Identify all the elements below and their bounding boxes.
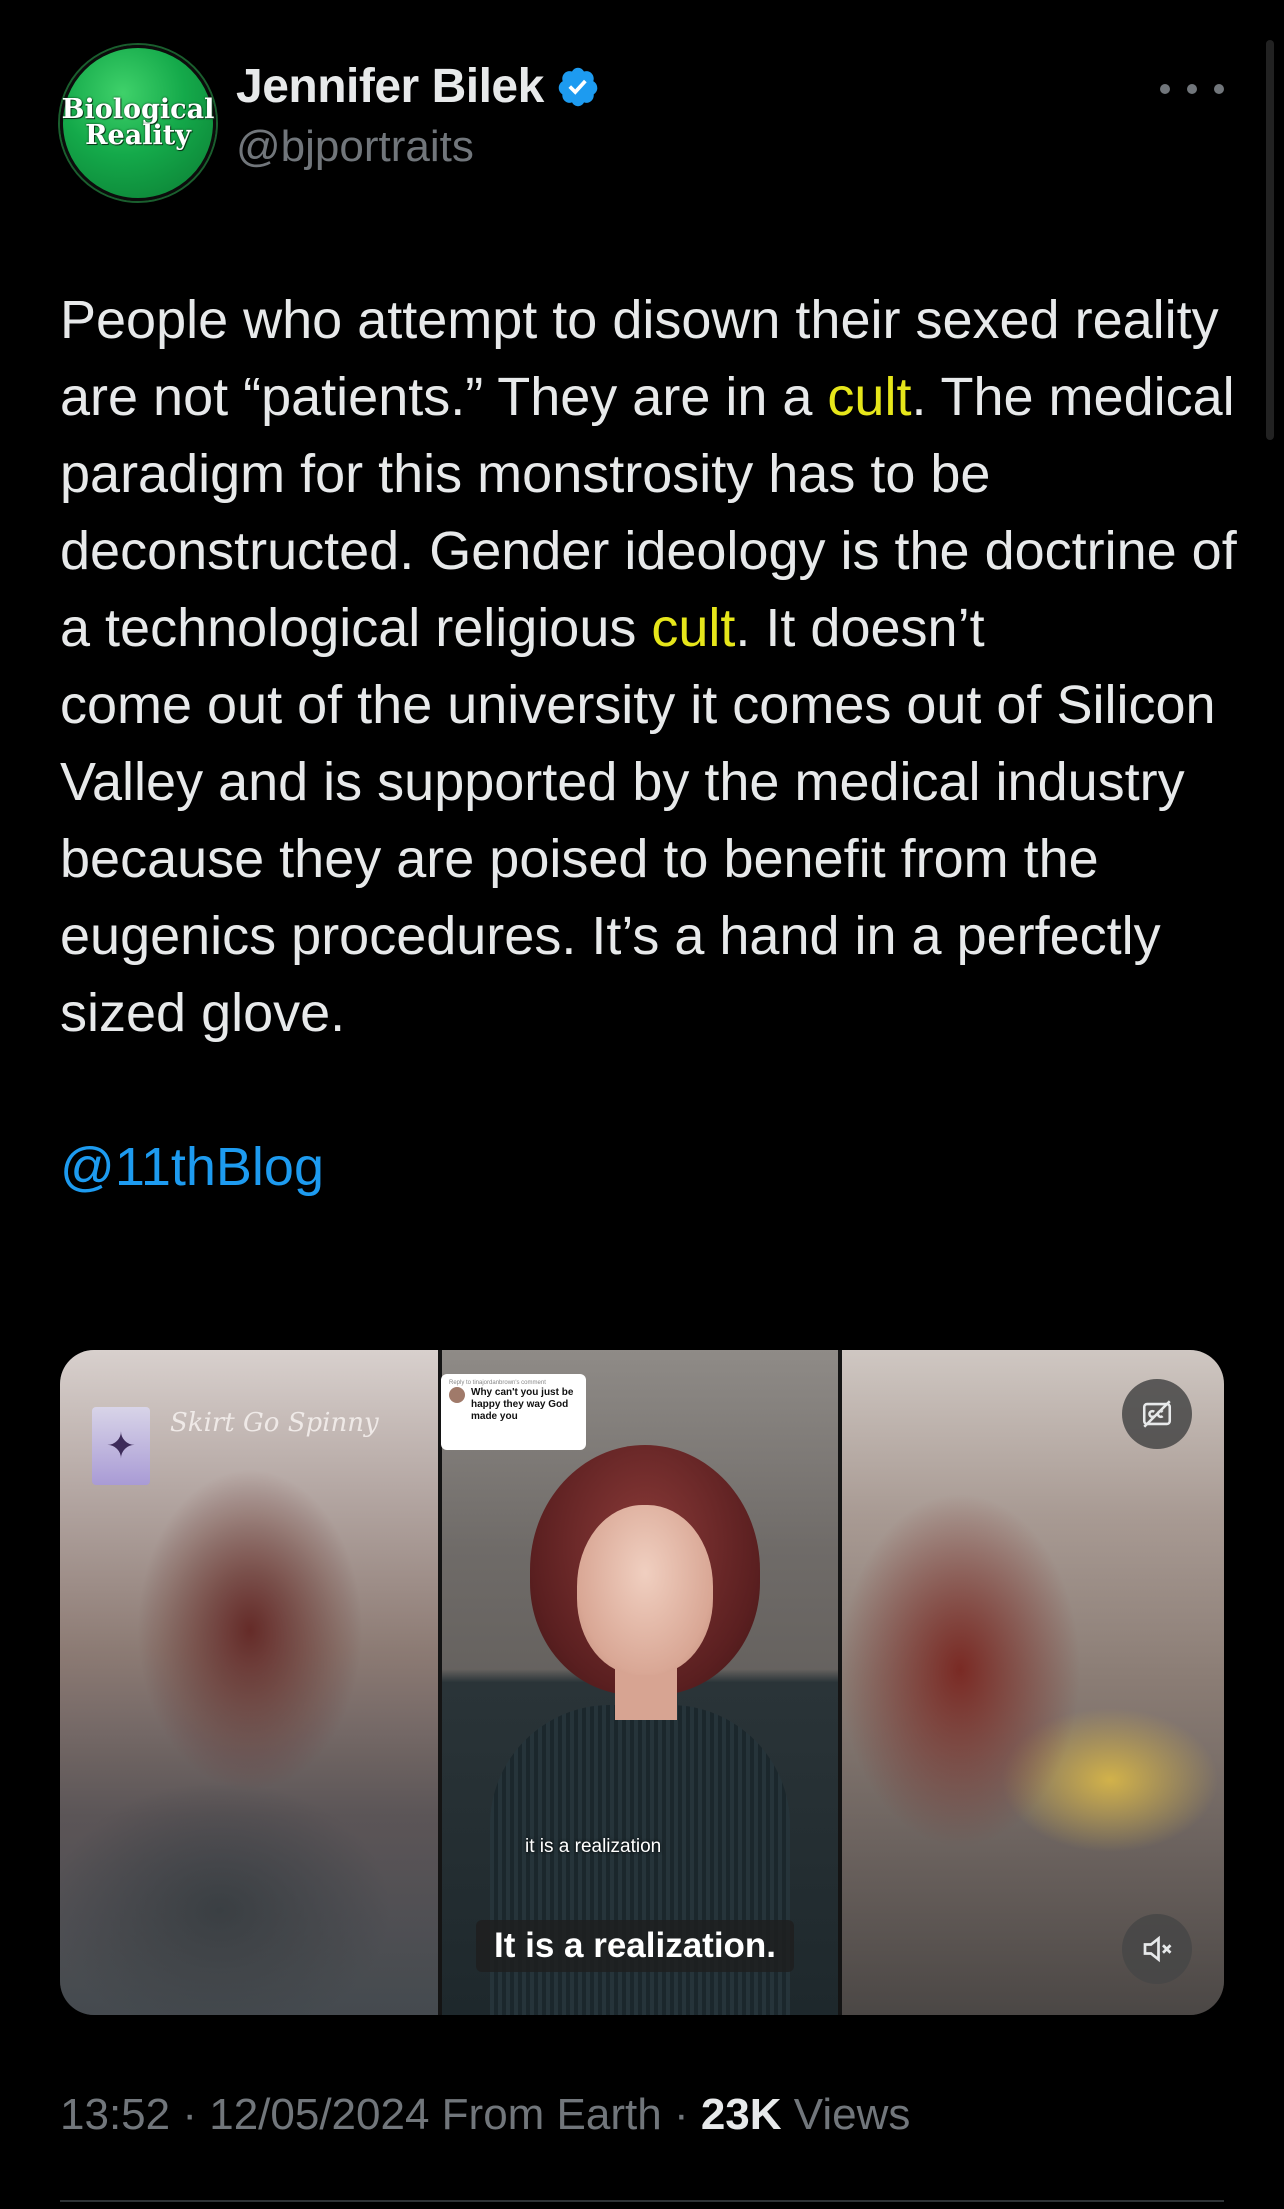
highlight-cult-2: cult: [651, 598, 736, 658]
video-caption-small: it is a realization: [525, 1836, 662, 1857]
avatar-text-line2: Reality: [85, 120, 191, 151]
more-options-icon[interactable]: [1160, 77, 1224, 101]
speaker-muted-icon[interactable]: [1122, 1914, 1192, 1984]
comment-text: Why can't you just be happy they way God…: [471, 1387, 574, 1422]
tweet-source: From Earth: [429, 2090, 662, 2139]
highlight-cult-1: cult: [827, 367, 912, 427]
video-divider: [438, 1350, 442, 2015]
author-info[interactable]: Jennifer Bilek @bjportraits: [236, 59, 600, 172]
divider-line: [60, 2200, 1224, 2202]
separator: ·: [661, 2090, 701, 2139]
display-name[interactable]: Jennifer Bilek: [236, 59, 544, 114]
person-face: [577, 1505, 713, 1675]
mention-link[interactable]: @11thBlog: [60, 1137, 324, 1197]
tweet-header: Biological Reality Jennifer Bilek @bjpor…: [60, 45, 1224, 201]
verified-badge-icon: [558, 67, 598, 106]
channel-logo-icon: ✦: [92, 1407, 150, 1485]
captions-off-icon[interactable]: [1122, 1379, 1192, 1449]
channel-name: Skirt Go Spinny: [170, 1408, 379, 1438]
tweet-time[interactable]: 13:52: [60, 2090, 170, 2139]
video-caption-large: It is a realization.: [476, 1920, 795, 1972]
tweet-date[interactable]: 12/05/2024: [209, 2090, 429, 2139]
tweet-metadata: 13:52 · 12/05/2024 From Earth · 23K View…: [60, 2090, 910, 2140]
separator: ·: [170, 2090, 210, 2139]
video-divider: [838, 1350, 842, 2015]
views-label: Views: [781, 2090, 911, 2139]
views-count[interactable]: 23K: [701, 2090, 782, 2139]
reply-comment-card: Reply to tinajordanbrown's comment Why c…: [441, 1374, 586, 1450]
tweet-text-part3: . It doesn’t come out of the university …: [60, 598, 1216, 1043]
handle[interactable]: @bjportraits: [236, 122, 600, 172]
comment-reply-label: Reply to tinajordanbrown's comment: [449, 1380, 546, 1386]
avatar[interactable]: Biological Reality: [60, 45, 216, 201]
video-player[interactable]: [60, 1350, 1224, 2015]
comment-avatar: [449, 1387, 465, 1403]
tweet-text: People who attempt to disown their sexed…: [60, 282, 1240, 1206]
scrollbar[interactable]: [1266, 40, 1274, 440]
